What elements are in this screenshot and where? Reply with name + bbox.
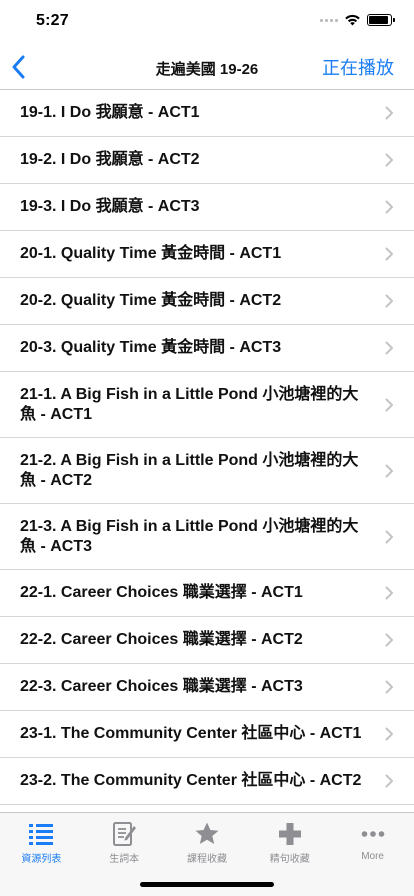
list-item-label: 19-2. I Do 我願意 - ACT2 bbox=[20, 151, 200, 168]
chevron-right-icon bbox=[385, 294, 393, 308]
status-time: 5:27 bbox=[36, 12, 69, 29]
chevron-right-icon bbox=[385, 398, 393, 411]
notebook-icon bbox=[110, 820, 138, 847]
tab-label: More bbox=[361, 851, 384, 862]
chevron-right-icon bbox=[385, 680, 393, 694]
list-item-label: 22-2. Career Choices 職業選擇 - ACT2 bbox=[20, 631, 303, 648]
tab-more[interactable]: More bbox=[331, 813, 414, 865]
list-item-label: 21-3. A Big Fish in a Little Pond 小池塘裡的大… bbox=[20, 517, 359, 555]
list-item-label: 21-2. A Big Fish in a Little Pond 小池塘裡的大… bbox=[20, 451, 359, 489]
list-item[interactable]: 22-3. Career Choices 職業選擇 - ACT3 bbox=[0, 664, 414, 711]
list-item[interactable]: 20-3. Quality Time 黃金時間 - ACT3 bbox=[0, 325, 414, 372]
list-item[interactable]: 20-2. Quality Time 黃金時間 - ACT2 bbox=[0, 278, 414, 325]
list-item-label: 23-2. The Community Center 社區中心 - ACT2 bbox=[20, 772, 362, 789]
signal-icon bbox=[320, 18, 338, 22]
list-item[interactable]: 19-1. I Do 我願意 - ACT1 bbox=[0, 90, 414, 137]
chevron-right-icon bbox=[385, 586, 393, 600]
list-item[interactable]: 20-1. Quality Time 黃金時間 - ACT1 bbox=[0, 231, 414, 278]
list-icon bbox=[27, 820, 55, 847]
chevron-right-icon bbox=[385, 774, 393, 788]
list-item[interactable]: 22-1. Career Choices 職業選擇 - ACT1 bbox=[0, 570, 414, 617]
chevron-right-icon bbox=[385, 200, 393, 214]
chevron-right-icon bbox=[385, 727, 393, 741]
list-item-label: 20-2. Quality Time 黃金時間 - ACT2 bbox=[20, 292, 282, 309]
tab-sentence-favorites[interactable]: 精句收藏 bbox=[248, 813, 331, 865]
now-playing-button[interactable]: 正在播放 bbox=[322, 54, 394, 80]
more-icon bbox=[359, 820, 387, 848]
list-item-label: 20-1. Quality Time 黃金時間 - ACT1 bbox=[20, 245, 282, 262]
wifi-icon bbox=[345, 14, 360, 26]
list-item[interactable]: 23-1. The Community Center 社區中心 - ACT1 bbox=[0, 711, 414, 758]
chevron-right-icon bbox=[385, 464, 393, 477]
list-item-label: 23-1. The Community Center 社區中心 - ACT1 bbox=[20, 725, 362, 742]
tab-label: 課程收藏 bbox=[186, 854, 227, 865]
list-item-label: 22-1. Career Choices 職業選擇 - ACT1 bbox=[20, 584, 303, 601]
list-item[interactable]: 19-3. I Do 我願意 - ACT3 bbox=[0, 184, 414, 231]
chevron-right-icon bbox=[385, 106, 393, 120]
list-item[interactable]: 23-2. The Community Center 社區中心 - ACT2 bbox=[0, 758, 414, 805]
chevron-right-icon bbox=[385, 341, 393, 355]
lesson-list: 19-1. I Do 我願意 - ACT1 19-2. I Do 我願意 - AC… bbox=[0, 90, 414, 812]
list-item[interactable]: 21-3. A Big Fish in a Little Pond 小池塘裡的大… bbox=[0, 504, 414, 570]
chevron-right-icon bbox=[385, 633, 393, 647]
list-item-label: 19-3. I Do 我願意 - ACT3 bbox=[20, 198, 200, 215]
tab-course-favorites[interactable]: 課程收藏 bbox=[166, 813, 249, 865]
tab-label: 精句收藏 bbox=[269, 854, 310, 865]
list-item-label: 20-3. Quality Time 黃金時間 - ACT3 bbox=[20, 339, 282, 356]
list-item[interactable]: 22-2. Career Choices 職業選擇 - ACT2 bbox=[0, 617, 414, 664]
plus-icon bbox=[276, 820, 304, 847]
tab-bar: 資源列表 生詞本 課程收藏 精句收藏 More bbox=[0, 812, 414, 896]
tab-label: 生詞本 bbox=[109, 854, 140, 865]
battery-fill bbox=[369, 16, 388, 24]
list-item-label: 21-1. A Big Fish in a Little Pond 小池塘裡的大… bbox=[20, 385, 359, 423]
chevron-right-icon bbox=[385, 153, 393, 167]
list-item[interactable]: 19-2. I Do 我願意 - ACT2 bbox=[0, 137, 414, 184]
chevron-right-icon bbox=[385, 530, 393, 543]
chevron-right-icon bbox=[385, 247, 393, 261]
tab-label: 資源列表 bbox=[21, 854, 62, 865]
list-item[interactable]: 21-2. A Big Fish in a Little Pond 小池塘裡的大… bbox=[0, 438, 414, 504]
home-indicator bbox=[140, 882, 274, 887]
list-item-label: 22-3. Career Choices 職業選擇 - ACT3 bbox=[20, 678, 303, 695]
battery-icon bbox=[367, 14, 395, 26]
list-item[interactable]: 21-1. A Big Fish in a Little Pond 小池塘裡的大… bbox=[0, 372, 414, 438]
status-icons bbox=[320, 14, 395, 26]
tab-vocabulary[interactable]: 生詞本 bbox=[83, 813, 166, 865]
navigation-bar: 走遍美國 19-26 正在播放 bbox=[0, 44, 414, 90]
tab-resource-list[interactable]: 資源列表 bbox=[0, 813, 83, 865]
list-item-label: 19-1. I Do 我願意 - ACT1 bbox=[20, 104, 200, 121]
status-bar: 5:27 bbox=[0, 0, 414, 44]
star-icon bbox=[193, 820, 221, 847]
